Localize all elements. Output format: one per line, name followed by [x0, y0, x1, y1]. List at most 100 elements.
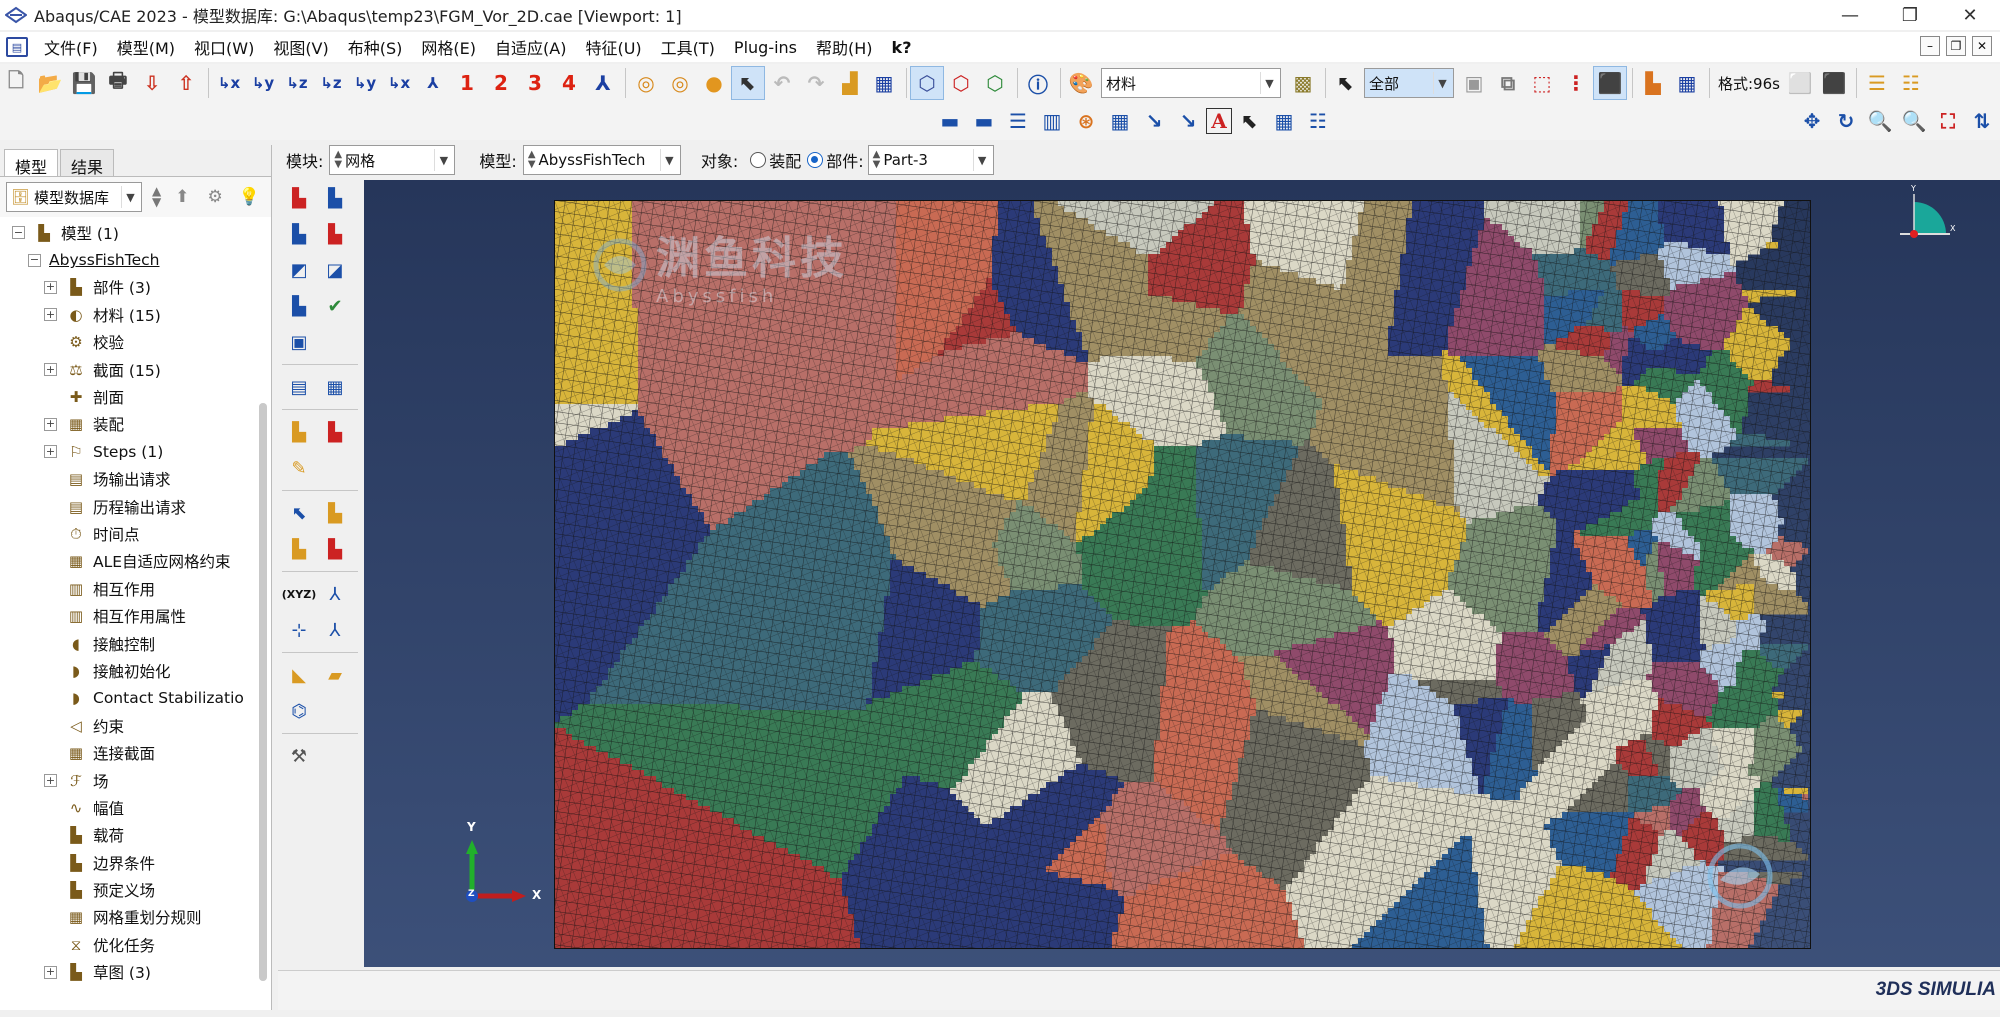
collapse-icon[interactable]: −	[28, 253, 41, 267]
view-3-button[interactable]: 3	[519, 67, 551, 99]
color-code-combo[interactable]: 材料 ▼	[1101, 68, 1281, 98]
shaded-icon[interactable]: ⬡	[979, 67, 1011, 99]
expand-icon[interactable]: +	[44, 417, 57, 431]
wireframe-icon[interactable]: ⬡	[945, 67, 977, 99]
tree-item-sketches[interactable]: + ▙ 草图 (3)	[0, 959, 271, 986]
pan-icon[interactable]: ✥	[1796, 105, 1828, 137]
annotation-arrow-icon[interactable]: ↘	[1138, 105, 1170, 137]
partition-cell-icon[interactable]: ⌬	[282, 695, 316, 727]
new-file-icon[interactable]: 🗋	[0, 67, 32, 99]
create-virtual-topology-icon[interactable]: ▙	[282, 416, 316, 448]
tree-item-time-points[interactable]: ⏱ 时间点	[0, 520, 271, 547]
save-icon[interactable]: 💾	[68, 67, 100, 99]
restore-icon[interactable]: ❐	[1880, 0, 1940, 30]
mdi-minimize-icon[interactable]: –	[1920, 36, 1940, 56]
zoom-icon[interactable]: 🔍	[1864, 105, 1896, 137]
export-icon[interactable]: ⇧	[170, 67, 202, 99]
query-element-icon[interactable]: ⬉	[282, 497, 316, 529]
tree-item-interactions[interactable]: ▥ 相互作用	[0, 575, 271, 602]
user-view-icon[interactable]: ⅄	[587, 67, 619, 99]
spinner-icon[interactable]: ▲ ▼	[152, 185, 161, 208]
scrollbar-thumb[interactable]	[259, 403, 267, 981]
tree-item-profiles[interactable]: ✚ 剖面	[0, 383, 271, 410]
collapse-icon[interactable]: −	[12, 226, 25, 240]
annotation-list-icon[interactable]: ☷	[1302, 105, 1334, 137]
voronoi-mesh[interactable]: 渊鱼科技 Abyssfish	[553, 199, 1812, 951]
tree-item-parts[interactable]: + ▙ 部件 (3)	[0, 274, 271, 301]
system-menu-icon[interactable]: ▤	[6, 37, 28, 57]
select-overlap-icon[interactable]: ⧉	[1492, 67, 1524, 99]
view-2-button[interactable]: 2	[485, 67, 517, 99]
view-4-button[interactable]: 4	[553, 67, 585, 99]
tree-item-contact-controls[interactable]: ◖ 接触控制	[0, 630, 271, 657]
redo-icon[interactable]: ↷	[800, 67, 832, 99]
view-1-button[interactable]: 1	[451, 67, 483, 99]
table-icon[interactable]: ▦	[868, 67, 900, 99]
partition-edge-icon[interactable]: ◣	[282, 659, 316, 691]
model-combo[interactable]: ▲ ▼ AbyssFishTech ▼	[522, 145, 681, 175]
partition-cube-icon[interactable]: ▣	[282, 326, 316, 358]
view-xy-icon[interactable]: ↳x	[213, 67, 245, 99]
layout-cascade-icon[interactable]: ▬	[968, 105, 1000, 137]
select-tool-icon[interactable]: ⬉	[731, 66, 765, 100]
mesh-stats-icon[interactable]: ▤	[282, 371, 316, 403]
close-icon[interactable]: ✕	[1940, 0, 2000, 30]
select-points-icon[interactable]: ⋮	[1560, 67, 1592, 99]
cycle-view-icon[interactable]: ⇅	[1966, 105, 1998, 137]
layout-vertical-icon[interactable]: ▥	[1036, 105, 1068, 137]
menu-adaptivity[interactable]: 自适应(A)	[495, 35, 566, 59]
mdi-restore-icon[interactable]: ❐	[1946, 36, 1966, 56]
open-folder-icon[interactable]: 📂	[34, 67, 66, 99]
menu-plugins[interactable]: Plug-ins	[734, 38, 797, 57]
merge-icon[interactable]: ▙	[318, 416, 352, 448]
import-icon[interactable]: ⇩	[136, 67, 168, 99]
tree-item-calibrations[interactable]: ⚙ 校验	[0, 329, 271, 356]
stack-direction-icon[interactable]: ▙	[318, 533, 352, 565]
view-zy-icon[interactable]: ↳z	[315, 67, 347, 99]
menu-tools[interactable]: 工具(T)	[661, 35, 715, 59]
tree-item-ale-constraints[interactable]: ▦ ALE自适应网格约束	[0, 548, 271, 575]
tree-item-materials[interactable]: + ◐ 材料 (15)	[0, 301, 271, 328]
boolean-cut-icon[interactable]: ◎	[664, 67, 696, 99]
tree-item-contact-initializations[interactable]: ◗ 接触初始化	[0, 657, 271, 684]
expand-icon[interactable]: +	[44, 774, 57, 787]
selection-filter-combo[interactable]: 全部 ▼	[1364, 68, 1454, 98]
tree-scrollbar[interactable]	[259, 403, 267, 981]
menu-mesh[interactable]: 网格(E)	[421, 35, 476, 59]
view-xz-icon[interactable]: ↳x	[383, 67, 415, 99]
menu-file[interactable]: 文件(F)	[44, 35, 98, 59]
datum-plane-icon[interactable]: ⅄	[318, 614, 352, 646]
arrow-icon[interactable]: ↘	[1172, 105, 1204, 137]
part-table-icon[interactable]: ▦	[1671, 67, 1703, 99]
tree-up-icon[interactable]: ⬆	[175, 187, 189, 207]
tree-item-remeshing-rules[interactable]: ▦ 网格重划分规则	[0, 904, 271, 931]
color-map-icon[interactable]: ▩	[1287, 67, 1319, 99]
mdi-close-icon[interactable]: ✕	[1972, 36, 1992, 56]
box-outline-icon[interactable]: ⬜	[1784, 67, 1816, 99]
expand-icon[interactable]: +	[44, 363, 57, 377]
tools-wrench-icon[interactable]: ⚒	[282, 740, 316, 772]
viewport-table-icon[interactable]: ▦	[1104, 105, 1136, 137]
layout-tile-icon[interactable]: ▬	[934, 105, 966, 137]
menu-feature[interactable]: 特征(U)	[585, 35, 641, 59]
element-type-icon[interactable]: ◪	[318, 254, 352, 286]
tree-item-amplitudes[interactable]: ∿ 幅值	[0, 794, 271, 821]
partition-face-icon[interactable]: ▰	[318, 659, 352, 691]
tree-item-sections[interactable]: + ⚖ 截面 (15)	[0, 356, 271, 383]
expand-icon[interactable]: +	[44, 308, 57, 322]
tree-item-assembly[interactable]: + ▦ 装配	[0, 411, 271, 438]
tree-item-steps[interactable]: + ⚐ Steps (1)	[0, 438, 271, 465]
select-from-icon[interactable]: ▣	[1458, 67, 1490, 99]
mesh-part-icon[interactable]: ▙	[282, 290, 316, 322]
minimize-icon[interactable]: —	[1820, 0, 1880, 30]
edit-mesh-icon[interactable]: ▙	[318, 497, 352, 529]
layout-horizontal-icon[interactable]: ☰	[1002, 105, 1034, 137]
module-combo[interactable]: ▲ ▼ 网格 ▼	[329, 145, 456, 175]
rotate-icon[interactable]: ↻	[1830, 105, 1862, 137]
select-box-icon[interactable]: ⬚	[1526, 67, 1558, 99]
datum-point-icon[interactable]: ⊹	[282, 614, 316, 646]
tree-item-loads[interactable]: ▙ 载荷	[0, 822, 271, 849]
tree-item-bcs[interactable]: ▙ 边界条件	[0, 849, 271, 876]
seed-edges-icon[interactable]: ▙	[318, 182, 352, 214]
seed-part-icon[interactable]: ▙	[282, 182, 316, 214]
